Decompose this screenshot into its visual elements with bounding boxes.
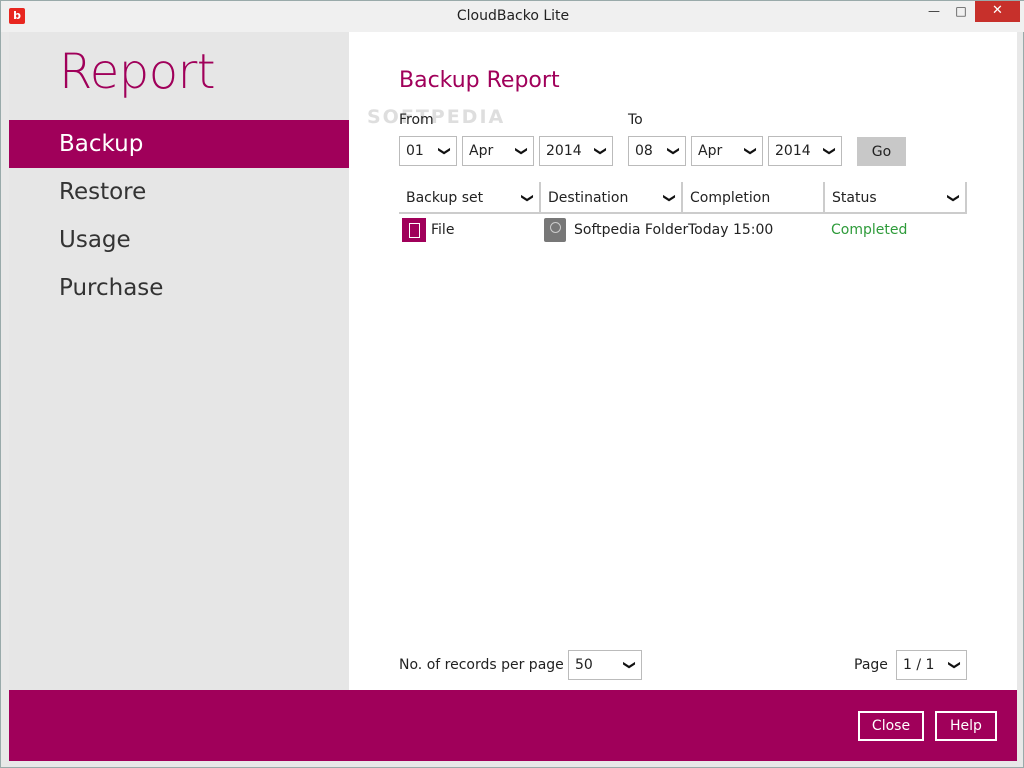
column-header-completion[interactable]: Completion bbox=[683, 182, 825, 214]
cell-status: Completed bbox=[831, 222, 908, 238]
maximize-button[interactable]: □ bbox=[948, 1, 974, 22]
chevron-down-icon: ❯ bbox=[743, 145, 758, 157]
chevron-down-icon: ❯ bbox=[946, 192, 961, 204]
sidebar-title: Report bbox=[59, 44, 216, 100]
watermark: SOFTPEDIA bbox=[367, 106, 506, 128]
cell-destination: Softpedia Folder bbox=[574, 222, 689, 238]
records-per-page-select[interactable]: 50 ❯ bbox=[568, 650, 642, 680]
chevron-down-icon: ❯ bbox=[666, 145, 681, 157]
to-month-value: Apr bbox=[698, 143, 723, 159]
file-icon bbox=[402, 218, 426, 242]
page-select[interactable]: 1 / 1 ❯ bbox=[896, 650, 967, 680]
close-button[interactable]: Close bbox=[858, 711, 924, 741]
to-day-value: 08 bbox=[635, 143, 653, 159]
to-year-value: 2014 bbox=[775, 143, 811, 159]
page-value: 1 / 1 bbox=[903, 657, 935, 673]
sidebar: Report Backup Restore Usage Purchase bbox=[9, 32, 349, 690]
records-per-page-value: 50 bbox=[575, 657, 593, 673]
help-button[interactable]: Help bbox=[935, 711, 997, 741]
app-window: b CloudBacko Lite — □ ✕ Report Backup Re… bbox=[0, 0, 1024, 768]
table-header: Backup set ❯ Destination ❯ Completion St… bbox=[399, 182, 967, 214]
to-month-select[interactable]: Apr ❯ bbox=[691, 136, 763, 166]
from-year-value: 2014 bbox=[546, 143, 582, 159]
column-header-destination[interactable]: Destination ❯ bbox=[541, 182, 683, 214]
chevron-down-icon: ❯ bbox=[947, 659, 962, 671]
to-label: To bbox=[628, 112, 643, 128]
chevron-down-icon: ❯ bbox=[514, 145, 529, 157]
chevron-down-icon: ❯ bbox=[662, 192, 677, 204]
page-label: Page bbox=[854, 657, 888, 673]
to-day-select[interactable]: 08 ❯ bbox=[628, 136, 686, 166]
to-year-select[interactable]: 2014 ❯ bbox=[768, 136, 842, 166]
go-button[interactable]: Go bbox=[857, 137, 906, 166]
from-label: From bbox=[399, 112, 434, 128]
column-label: Status bbox=[832, 190, 877, 206]
chevron-down-icon: ❯ bbox=[520, 192, 535, 204]
chevron-down-icon: ❯ bbox=[437, 145, 452, 157]
chevron-down-icon: ❯ bbox=[822, 145, 837, 157]
column-label: Completion bbox=[690, 190, 771, 206]
footer-bar: Close Help bbox=[9, 690, 1017, 761]
title-bar: b CloudBacko Lite — □ ✕ bbox=[1, 1, 1024, 32]
column-label: Destination bbox=[548, 190, 629, 206]
from-month-select[interactable]: Apr ❯ bbox=[462, 136, 534, 166]
sidebar-item-purchase[interactable]: Purchase bbox=[9, 264, 349, 312]
chevron-down-icon: ❯ bbox=[593, 145, 608, 157]
from-month-value: Apr bbox=[469, 143, 494, 159]
close-window-button[interactable]: ✕ bbox=[975, 1, 1020, 22]
column-header-status[interactable]: Status ❯ bbox=[825, 182, 967, 214]
drive-icon bbox=[544, 218, 566, 242]
cell-completion: Today 15:00 bbox=[688, 222, 774, 238]
from-year-select[interactable]: 2014 ❯ bbox=[539, 136, 613, 166]
sidebar-item-restore[interactable]: Restore bbox=[9, 168, 349, 216]
cell-backup-set: File bbox=[431, 222, 455, 238]
window-title: CloudBacko Lite bbox=[456, 8, 570, 24]
page-title: Backup Report bbox=[399, 68, 560, 93]
table-row[interactable]: File Softpedia Folder Today 15:00 Comple… bbox=[399, 214, 967, 246]
from-day-select[interactable]: 01 ❯ bbox=[399, 136, 457, 166]
from-day-value: 01 bbox=[406, 143, 424, 159]
sidebar-item-usage[interactable]: Usage bbox=[9, 216, 349, 264]
main-panel: Backup Report SOFTPEDIA From To 01 ❯ Apr… bbox=[349, 32, 1017, 690]
minimize-button[interactable]: — bbox=[921, 1, 947, 22]
chevron-down-icon: ❯ bbox=[622, 659, 637, 671]
column-label: Backup set bbox=[406, 190, 484, 206]
records-per-page-label: No. of records per page bbox=[399, 657, 564, 673]
column-header-backup-set[interactable]: Backup set ❯ bbox=[399, 182, 541, 214]
sidebar-item-backup[interactable]: Backup bbox=[9, 120, 349, 168]
